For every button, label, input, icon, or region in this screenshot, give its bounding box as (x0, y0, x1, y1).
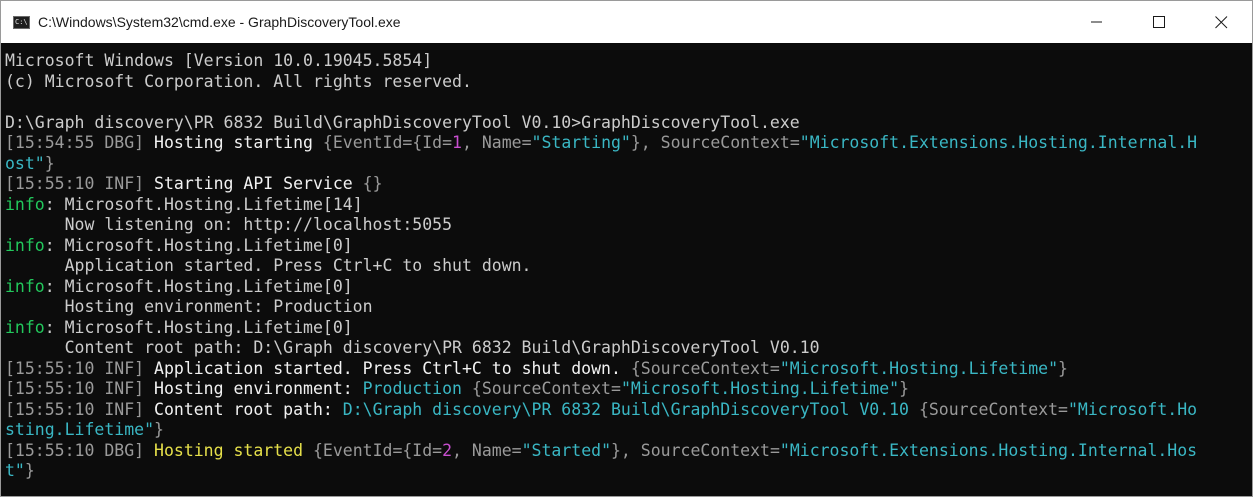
console-segment: } (24, 461, 35, 480)
console-segment: Content root path: D:\Graph discovery\PR… (5, 338, 820, 357)
console-segment: }, SourceContext= (611, 440, 780, 460)
console-segment: "Microsoft.Hosting.Lifetime" (779, 358, 1059, 378)
console-segment: ost" (5, 153, 45, 173)
console-line: Application started. Press Ctrl+C to shu… (5, 256, 1252, 277)
console-line: [15:55:10 INF] Starting API Service {} (5, 174, 1252, 195)
console-segment: Hosting started (154, 440, 313, 460)
minimize-icon (1091, 21, 1102, 23)
console-segment: {} (362, 174, 383, 193)
console-segment: D:\Graph discovery\PR 6832 Build\GraphDi… (342, 399, 919, 419)
console-line: [15:55:10 INF] Application started. Pres… (5, 359, 1252, 380)
console-segment: Content root path: (154, 399, 343, 419)
console-line: info: Microsoft.Hosting.Lifetime[0] (5, 236, 1252, 257)
console-segment: , Name= (461, 133, 532, 152)
console-segment: {SourceContext= (918, 399, 1068, 419)
console-segment: : Microsoft.Hosting.Lifetime[0] (44, 317, 353, 337)
console-segment: {EventId={Id= (312, 440, 443, 460)
console-segment: "Microsoft.Ho (1067, 399, 1198, 419)
maximize-icon (1152, 15, 1165, 28)
cmd-window: C:\ C:\Windows\System32\cmd.exe - GraphD… (0, 0, 1253, 497)
console-segment: (c) Microsoft Corporation. All rights re… (5, 71, 472, 91)
console-line: info: Microsoft.Hosting.Lifetime[0] (5, 277, 1252, 298)
console-segment: info (5, 194, 45, 214)
console-segment: [15:55:10 INF] (5, 174, 155, 193)
console-segment: 2 (442, 440, 453, 460)
console-line: ost"} (5, 154, 1252, 175)
close-button[interactable] (1190, 1, 1252, 43)
console-segment: info (5, 276, 45, 296)
console-segment: 1 (452, 133, 462, 152)
console-segment: sting.Lifetime" (5, 420, 155, 439)
console-segment: : Microsoft.Hosting.Lifetime[0] (44, 276, 353, 296)
console-segment: } (899, 379, 910, 398)
console-segment: } (1058, 358, 1068, 378)
console-line: Hosting environment: Production (5, 297, 1252, 318)
title-bar[interactable]: C:\ C:\Windows\System32\cmd.exe - GraphD… (1, 1, 1252, 43)
console-line: Microsoft Windows [Version 10.0.19045.58… (5, 51, 1252, 72)
console-segment: }, SourceContext= (630, 133, 800, 152)
console-line: Now listening on: http://localhost:5055 (5, 215, 1252, 236)
window-title: C:\Windows\System32\cmd.exe - GraphDisco… (38, 14, 401, 30)
console-segment: {SourceContext= (471, 379, 621, 398)
window-controls (1066, 1, 1252, 43)
console-segment: "Microsoft.Hosting.Lifetime" (620, 379, 900, 398)
console-segment: Starting API Service (154, 174, 363, 193)
console-line: sting.Lifetime"} (5, 420, 1252, 441)
maximize-button[interactable] (1128, 1, 1190, 43)
console-segment: D:\Graph discovery\PR 6832 Build\GraphDi… (5, 112, 800, 132)
console-segment: [15:55:10 INF] (5, 399, 155, 419)
console-segment: {EventId={Id= (322, 133, 453, 152)
console-line: Content root path: D:\Graph discovery\PR… (5, 338, 1252, 359)
console-segment: "Microsoft.Extensions.Hosting.Internal.H (799, 133, 1198, 152)
console-segment: Hosting environment: Production (5, 297, 373, 316)
console-line: info: Microsoft.Hosting.Lifetime[0] (5, 318, 1252, 339)
console-segment: Microsoft Windows [Version 10.0.19045.58… (5, 51, 433, 70)
console-segment: Application started. Press Ctrl+C to shu… (154, 358, 631, 378)
console-line: [15:55:10 DBG] Hosting started {EventId=… (5, 441, 1252, 462)
console-segment: : Microsoft.Hosting.Lifetime[0] (44, 235, 353, 255)
console-segment: [15:55:10 INF] (5, 379, 155, 398)
console-line: [15:55:10 INF] Hosting environment: Prod… (5, 379, 1252, 400)
console-segment: [15:54:55 DBG] (5, 133, 155, 152)
console-line: t"} (5, 461, 1252, 482)
console-line: info: Microsoft.Hosting.Lifetime[14] (5, 195, 1252, 216)
console-segment: {SourceContext= (630, 358, 780, 378)
console-segment: Hosting environment: (154, 379, 363, 398)
console-line: (c) Microsoft Corporation. All rights re… (5, 72, 1252, 93)
console-segment: Application started. Press Ctrl+C to shu… (5, 256, 532, 275)
minimize-button[interactable] (1066, 1, 1128, 43)
console-segment: [15:55:10 DBG] (5, 440, 155, 460)
console-segment: , Name= (452, 440, 522, 460)
cmd-icon: C:\ (13, 15, 30, 29)
console-segment: "Started" (521, 440, 611, 460)
console-segment: "Microsoft.Extensions.Hosting.Internal.H… (779, 440, 1198, 460)
console-segment: "Starting" (531, 133, 631, 152)
console-segment: Production (362, 379, 472, 398)
console-segment: : Microsoft.Hosting.Lifetime[14] (44, 194, 363, 214)
console-segment: } (44, 153, 55, 173)
close-icon (1214, 15, 1227, 28)
console-segment: Hosting starting (154, 133, 323, 152)
console-segment: info (5, 235, 45, 255)
console-line: [15:55:10 INF] Content root path: D:\Gra… (5, 400, 1252, 421)
console-segment: Now listening on: http://localhost:5055 (5, 215, 453, 234)
console-segment: [15:55:10 INF] (5, 358, 155, 378)
console-segment: } (154, 420, 164, 439)
cmd-icon-glyph: C:\ (15, 17, 28, 26)
console-segment: t" (5, 461, 25, 480)
console-segment: info (5, 317, 45, 337)
console-line: [15:54:55 DBG] Hosting starting {EventId… (5, 133, 1252, 154)
console-output[interactable]: Microsoft Windows [Version 10.0.19045.58… (1, 43, 1252, 496)
console-line: D:\Graph discovery\PR 6832 Build\GraphDi… (5, 113, 1252, 134)
